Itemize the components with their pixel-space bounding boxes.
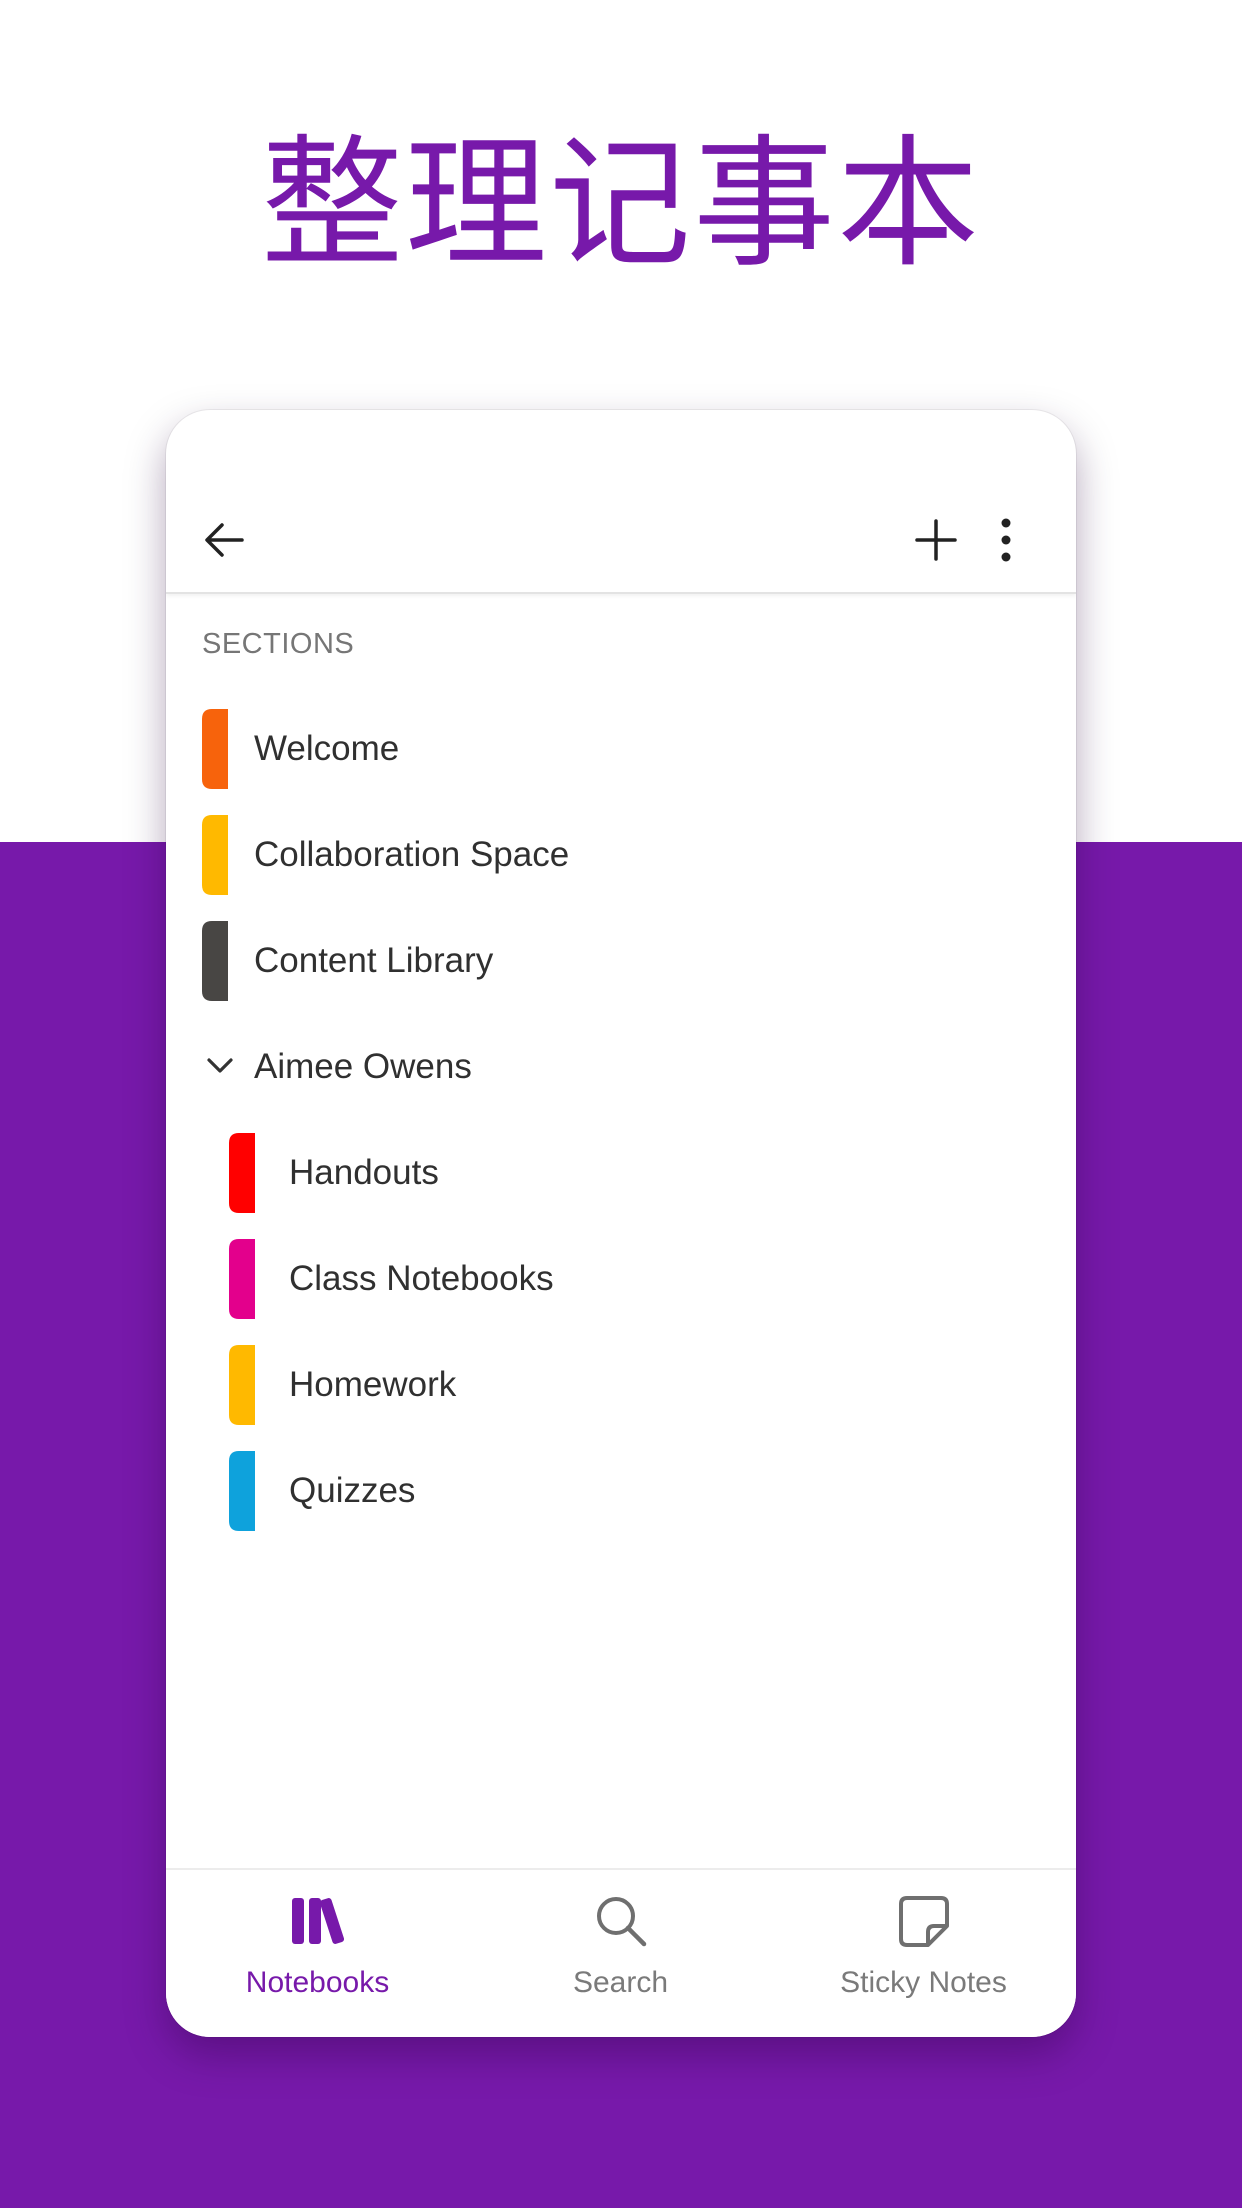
section-tab-icon	[229, 1345, 255, 1425]
section-item-handouts[interactable]: Handouts	[166, 1120, 1076, 1226]
nav-label: Notebooks	[245, 1966, 390, 1999]
back-button[interactable]	[188, 504, 260, 576]
search-icon	[596, 1897, 646, 1947]
section-tab-icon	[202, 921, 228, 1001]
section-label: Welcome	[254, 729, 400, 768]
section-group-aimee-owens[interactable]: Aimee Owens	[166, 1014, 1076, 1120]
section-tab-icon	[202, 709, 228, 789]
section-item-quizzes[interactable]: Quizzes	[166, 1438, 1076, 1544]
section-tab-shape	[202, 921, 228, 1001]
section-label: Collaboration Space	[254, 835, 570, 874]
section-tab-shape	[229, 1345, 255, 1425]
bottom-navigation-bar: Notebooks Search Sticky Notes	[166, 1868, 1076, 2037]
nav-label: Search	[572, 1966, 669, 1999]
section-tab-icon	[229, 1239, 255, 1319]
nav-tab-sticky-notes[interactable]: Sticky Notes	[772, 1870, 1075, 2037]
nav-tab-search[interactable]: Search	[469, 1870, 772, 2037]
nav-tab-notebooks[interactable]: Notebooks	[166, 1870, 469, 2037]
sticky-note-icon	[898, 1896, 949, 1947]
section-label: Quizzes	[289, 1471, 416, 1510]
top-app-bar	[166, 410, 1076, 594]
section-label: Homework	[289, 1365, 457, 1404]
plus-icon	[915, 519, 957, 561]
section-item-class-notebooks[interactable]: Class Notebooks	[166, 1226, 1076, 1332]
sections-header: SECTIONS	[202, 628, 355, 660]
section-tab-shape	[229, 1133, 255, 1213]
more-options-button[interactable]	[970, 504, 1042, 576]
add-section-button[interactable]	[900, 504, 972, 576]
section-label: Class Notebooks	[289, 1259, 554, 1298]
promo-headline: 整理记事本	[261, 122, 981, 287]
group-label: Aimee Owens	[254, 1047, 472, 1086]
section-tab-shape	[229, 1451, 255, 1531]
notebooks-icon	[291, 1898, 344, 1944]
section-tab-shape	[229, 1239, 255, 1319]
section-tab-icon	[229, 1133, 255, 1213]
section-item-homework[interactable]: Homework	[166, 1332, 1076, 1438]
section-item-welcome[interactable]: Welcome	[166, 696, 1076, 802]
section-tab-shape	[202, 709, 228, 789]
more-vertical-icon	[1001, 518, 1011, 562]
section-tab-icon	[202, 815, 228, 895]
section-item-content-library[interactable]: Content Library	[166, 908, 1076, 1014]
arrow-left-icon	[205, 523, 244, 557]
section-item-collaboration-space[interactable]: Collaboration Space	[166, 802, 1076, 908]
chevron-down-icon	[207, 1058, 233, 1073]
section-tab-icon	[229, 1451, 255, 1531]
nav-label: Sticky Notes	[840, 1966, 1007, 1999]
section-tab-shape	[202, 815, 228, 895]
section-label: Content Library	[254, 941, 494, 980]
phone-screen: SECTIONS Welcome Collaboration Space Con…	[166, 410, 1076, 2037]
section-label: Handouts	[289, 1153, 439, 1192]
